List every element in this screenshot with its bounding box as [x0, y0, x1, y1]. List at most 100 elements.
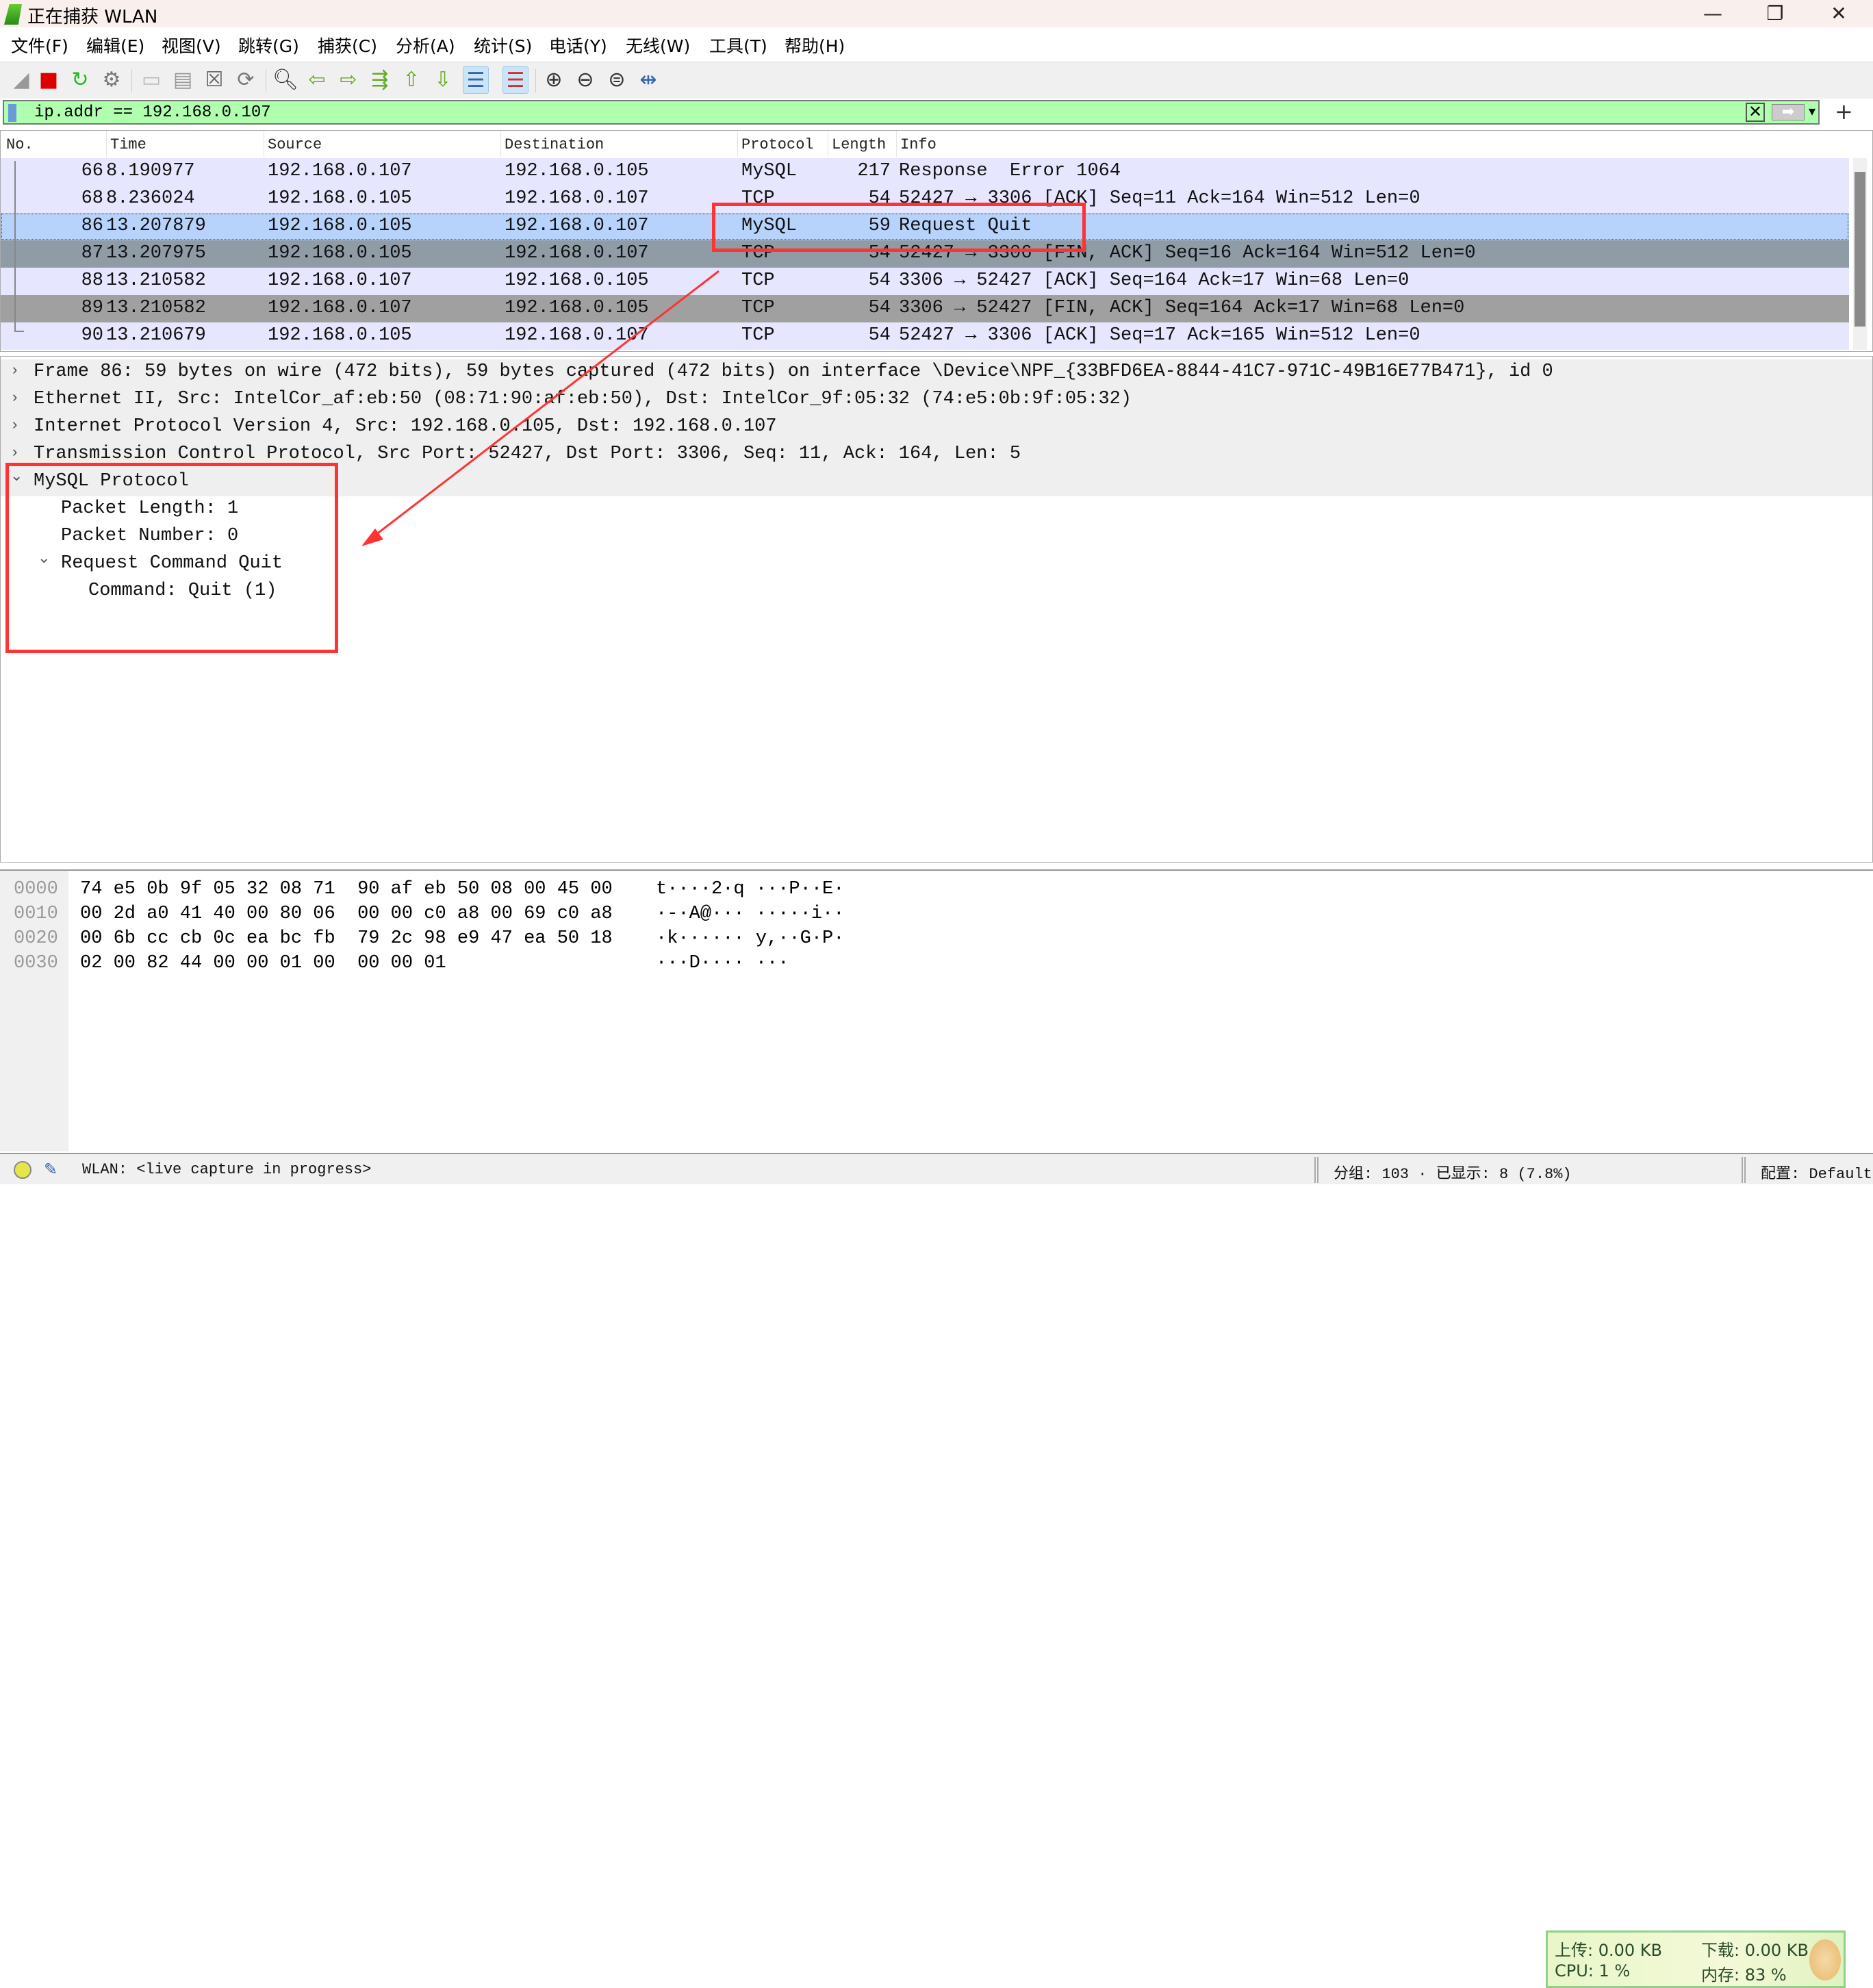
detail-text: Transmission Control Protocol, Src Port:… [34, 444, 1021, 464]
go-back-icon[interactable]: ⇦ [304, 66, 330, 94]
go-forward-icon[interactable]: ⇨ [335, 66, 361, 94]
detail-tree-item[interactable]: › Ethernet II, Src: IntelCor_af:eb:50 (08… [1, 387, 1872, 414]
column-header-length[interactable]: Length [832, 136, 886, 153]
first-packet-icon[interactable]: ⇧ [398, 66, 424, 94]
cell-src: 192.168.0.105 [268, 325, 412, 346]
window-title: 正在捕获 WLAN [27, 7, 158, 27]
cell-no: 90 [81, 325, 103, 346]
menu-item-7[interactable]: 电话(Y) [549, 33, 607, 58]
chevron-right-icon[interactable]: › [10, 417, 19, 434]
menu-item-10[interactable]: 帮助(H) [785, 33, 845, 58]
mascot-icon [1809, 1939, 1841, 1980]
menu-item-3[interactable]: 跳转(G) [238, 33, 299, 58]
bytes-ascii[interactable]: ·-·A@··· ·····i·· [656, 904, 844, 924]
column-header-source[interactable]: Source [268, 136, 322, 153]
cell-len: 54 [868, 325, 891, 346]
cell-len: 217 [857, 161, 891, 181]
clear-filter-icon[interactable]: ✕ [1746, 103, 1765, 122]
packet-row[interactable]: 66 8.190977 192.168.0.107 192.168.0.105 MySQ… [1, 158, 1849, 186]
open-file-icon[interactable]: ▭ [138, 66, 164, 94]
add-filter-button-icon[interactable]: + [1835, 99, 1853, 125]
detail-tree-item[interactable]: › Internet Protocol Version 4, Src: 192.1… [1, 414, 1872, 442]
cell-proto: TCP [741, 298, 775, 318]
column-header-time[interactable]: Time [110, 136, 146, 153]
packet-row[interactable]: 90 13.210679 192.168.0.105 192.168.0.107 TCP… [1, 322, 1849, 350]
cell-no: 89 [81, 298, 103, 318]
display-filter-input[interactable]: ip.addr == 192.168.0.107 [34, 103, 271, 122]
close-button[interactable]: ✕ [1808, 0, 1870, 27]
bytes-offset: 0010 [14, 904, 58, 924]
stop-capture-icon[interactable]: ■ [36, 66, 62, 94]
capture-status: WLAN: <live capture in progress> [82, 1161, 372, 1178]
minimize-button[interactable]: — [1682, 0, 1744, 27]
bytes-hex[interactable]: 00 2d a0 41 40 00 80 06 00 00 c0 a8 00 6… [80, 904, 613, 924]
cell-src: 192.168.0.105 [268, 216, 412, 236]
chevron-right-icon[interactable]: › [10, 444, 19, 461]
go-to-packet-icon[interactable]: ⇶ [367, 66, 393, 94]
chevron-right-icon[interactable]: › [10, 362, 19, 379]
restore-button[interactable]: ❐ [1744, 0, 1806, 27]
main-toolbar: ◢ ■ ↻ ⚙ ▭ ▤ ☒ ⟳ 🔍︎ ⇦ ⇨ ⇶ ⇧ ⇩ ☰ ☰ ⊕ ⊖ ⊜ ⇹ [0, 62, 1873, 99]
packet-list-scroll-thumb[interactable] [1855, 172, 1865, 327]
cell-proto: TCP [741, 325, 775, 346]
menu-item-9[interactable]: 工具(T) [709, 33, 767, 58]
memory-usage: 内存: 83 % [1701, 1965, 1787, 1985]
reload-file-icon[interactable]: ⟳ [233, 66, 259, 94]
detail-tree-item[interactable]: › Frame 86: 59 bytes on wire (472 bits), … [1, 359, 1872, 387]
bytes-hex[interactable]: 74 e5 0b 9f 05 32 08 71 90 af eb 50 08 0… [80, 879, 613, 900]
filter-history-dropdown-icon[interactable]: ▾ [1809, 103, 1815, 119]
column-header-destination[interactable]: Destination [505, 136, 604, 153]
zoom-in-icon[interactable]: ⊕ [541, 66, 567, 94]
cell-dst: 192.168.0.105 [505, 161, 649, 181]
restart-capture-icon[interactable]: ↻ [67, 66, 93, 94]
cell-src: 192.168.0.105 [268, 188, 412, 209]
find-packet-icon[interactable]: 🔍︎ [272, 66, 298, 94]
menu-item-5[interactable]: 分析(A) [396, 33, 455, 58]
resize-columns-icon[interactable]: ⇹ [635, 66, 661, 94]
capture-options-icon[interactable]: ⚙ [99, 66, 125, 94]
profile-status[interactable]: 配置: Default [1761, 1161, 1872, 1183]
cell-time: 13.210582 [106, 298, 206, 318]
display-filter-bar[interactable]: ip.addr == 192.168.0.107 ✕ ➡ ▾ [3, 100, 1820, 125]
menu-item-1[interactable]: 编辑(E) [86, 33, 144, 58]
column-header-info[interactable]: Info [900, 136, 936, 153]
expert-info-icon[interactable] [14, 1161, 31, 1179]
cell-dst: 192.168.0.107 [505, 243, 649, 264]
save-file-icon[interactable]: ▤ [170, 66, 196, 94]
cell-info: 3306 → 52427 [ACK] Seq=164 Ack=17 Win=68… [899, 270, 1410, 291]
cell-dst: 192.168.0.107 [505, 216, 649, 236]
upload-rate: 上传: 0.00 KB [1555, 1941, 1662, 1960]
bytes-hex[interactable]: 02 00 82 44 00 00 01 00 00 00 01 [80, 953, 446, 973]
start-capture-icon[interactable]: ◢ [8, 66, 34, 94]
menu-item-2[interactable]: 视图(V) [162, 33, 221, 58]
autoscroll-icon[interactable]: ☰ [463, 66, 489, 94]
bookmark-icon[interactable] [8, 104, 16, 122]
column-header-protocol[interactable]: Protocol [741, 136, 814, 153]
menu-item-4[interactable]: 捕获(C) [318, 33, 377, 58]
bytes-hex[interactable]: 00 6b cc cb 0c ea bc fb 79 2c 98 e9 47 e… [80, 928, 613, 949]
capture-comment-icon[interactable]: ✎ [44, 1160, 58, 1180]
apply-filter-icon[interactable]: ➡ [1772, 104, 1805, 120]
packet-row[interactable]: 89 13.210582 192.168.0.107 192.168.0.105 TCP… [1, 295, 1849, 322]
bytes-ascii[interactable]: ···D···· ··· [656, 953, 789, 973]
menu-item-6[interactable]: 统计(S) [474, 33, 532, 58]
bytes-ascii[interactable]: t····2·q ···P··E· [656, 879, 844, 900]
bytes-offset: 0030 [14, 953, 58, 973]
annotation-highlight-packet [712, 203, 1086, 252]
colorize-icon[interactable]: ☰ [502, 66, 528, 94]
detail-text: Frame 86: 59 bytes on wire (472 bits), 5… [34, 361, 1553, 382]
menu-item-8[interactable]: 无线(W) [626, 33, 690, 58]
zoom-reset-icon[interactable]: ⊜ [604, 66, 630, 94]
bytes-ascii[interactable]: ·k······ y,··G·P· [656, 928, 844, 949]
status-bar: ✎ WLAN: <live capture in progress> 分组: 1… [0, 1153, 1873, 1184]
menu-item-0[interactable]: 文件(F) [11, 33, 68, 58]
packet-row[interactable]: 88 13.210582 192.168.0.107 192.168.0.105 TCP… [1, 268, 1849, 295]
packet-bytes-pane: 0000 74 e5 0b 9f 05 32 08 71 90 af eb 50 … [0, 869, 1873, 1988]
zoom-out-icon[interactable]: ⊖ [572, 66, 598, 94]
column-header-no[interactable]: No. [6, 136, 34, 153]
download-rate: 下载: 0.00 KB [1701, 1941, 1809, 1960]
chevron-right-icon[interactable]: › [10, 390, 19, 407]
last-packet-icon[interactable]: ⇩ [430, 66, 456, 94]
close-file-icon[interactable]: ☒ [201, 66, 227, 94]
packet-count: 分组: 103 · 已显示: 8 (7.8%) [1334, 1166, 1572, 1183]
